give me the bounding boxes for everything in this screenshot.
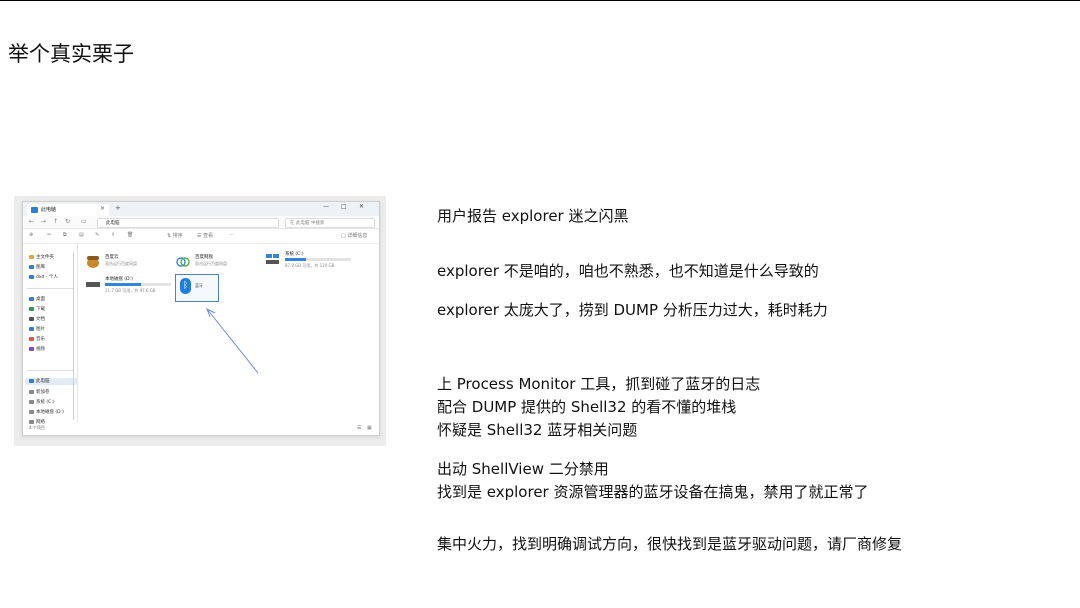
explorer-screenshot: 此电脑 × + — □ ✕ ← → ↑ ↻ ▭ 此电脑 在 此电脑 中搜索 ⊕ …: [14, 196, 386, 446]
note-line: explorer 太庞大了，捞到 DUMP 分析压力过大，耗时耗力: [437, 301, 828, 319]
note-line: 配合 DUMP 提供的 Shell32 的看不懂的堆栈: [437, 398, 737, 416]
callout-arrow: [206, 307, 259, 374]
note-line: 怀疑是 Shell32 蓝牙相关问题: [437, 421, 638, 439]
slide-title: 举个真实栗子: [8, 42, 134, 66]
top-rule: [0, 0, 1080, 1]
note-line: explorer 不是咱的，咱也不熟悉，也不知道是什么导致的: [437, 262, 819, 280]
note-line: 上 Process Monitor 工具，抓到碰了蓝牙的日志: [437, 375, 761, 393]
note-line: 找到是 explorer 资源管理器的蓝牙设备在搞鬼，禁用了就正常了: [437, 483, 869, 501]
note-line: 用户报告 explorer 迷之闪黑: [437, 207, 629, 225]
note-line: 出动 ShellView 二分禁用: [437, 460, 609, 478]
note-line: 集中火力，找到明确调试方向，很快找到是蓝牙驱动问题，请厂商修复: [437, 535, 903, 553]
